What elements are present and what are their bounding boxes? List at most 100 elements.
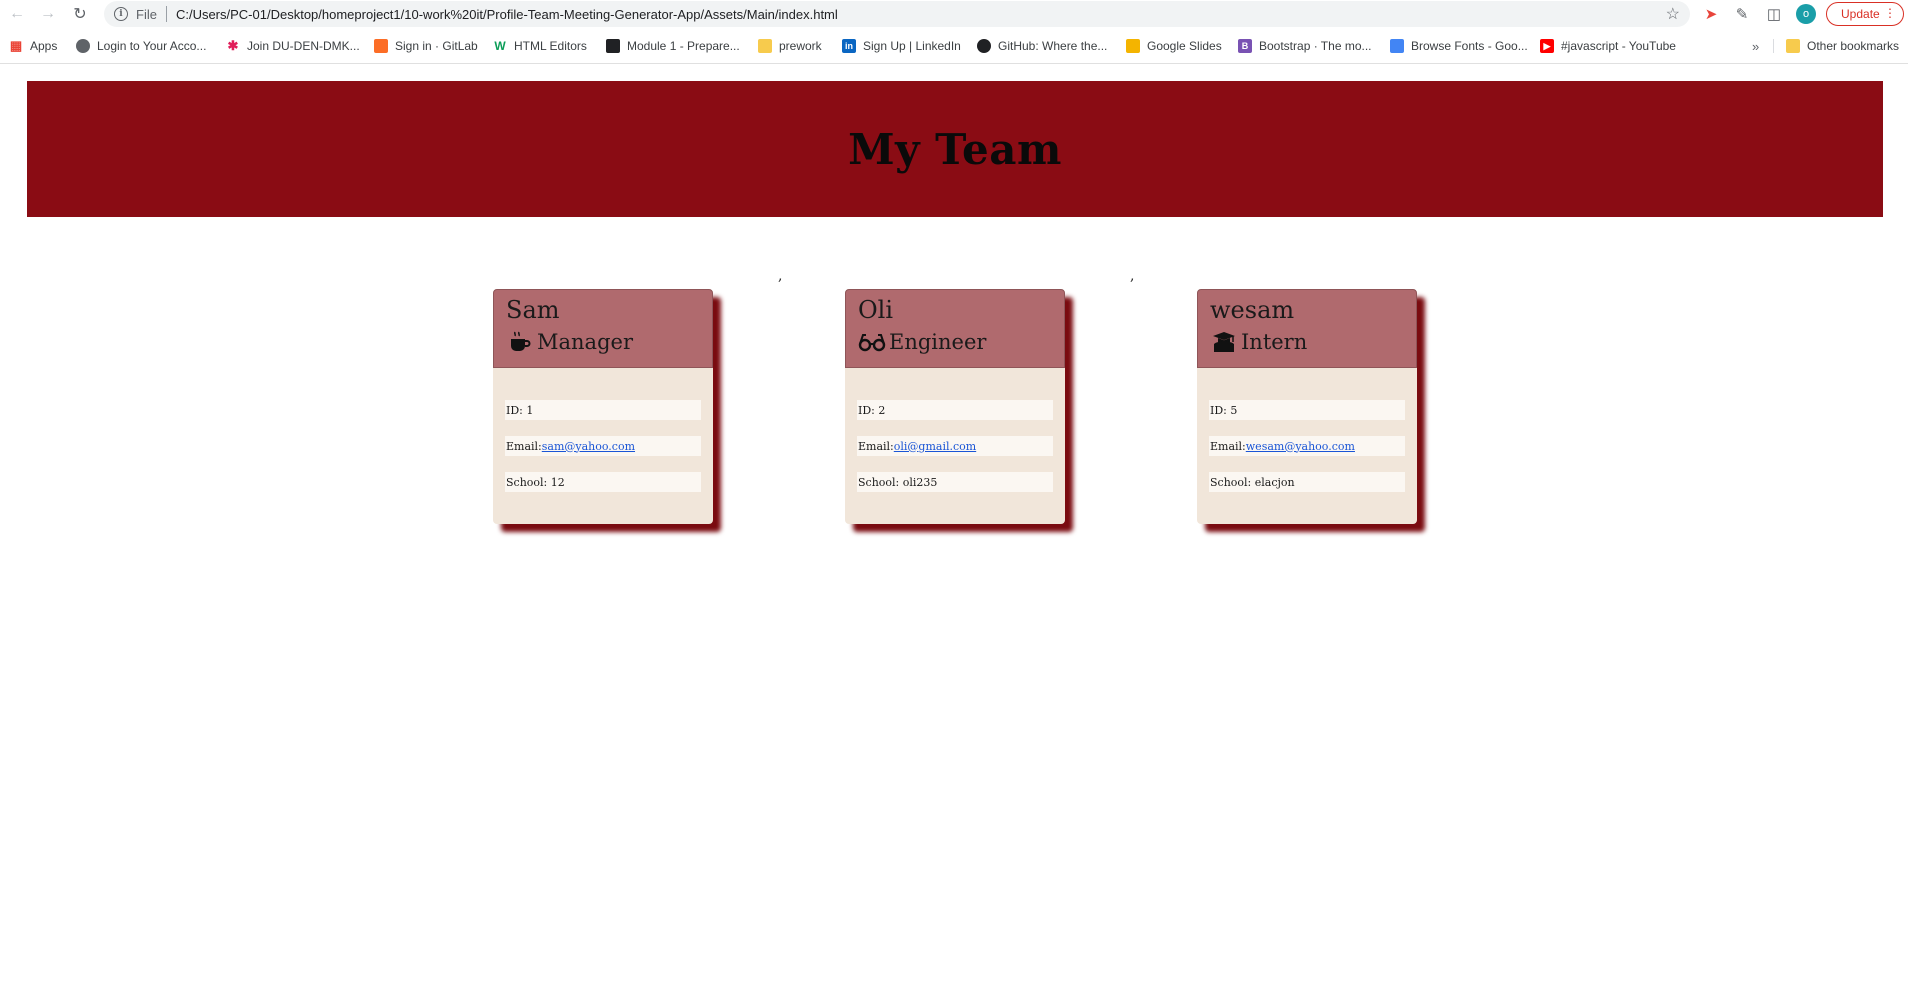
bookmark-slack[interactable]: ✱ Join DU-DEN-DMK...: [226, 34, 360, 58]
folder-icon: [1786, 39, 1800, 53]
bookmark-star-icon[interactable]: ☆: [1666, 4, 1680, 24]
bookmark-linkedin[interactable]: in Sign Up | LinkedIn: [842, 34, 961, 58]
card-header: wesam Intern: [1197, 289, 1417, 368]
bookmark-apps[interactable]: ▦ Apps: [9, 34, 58, 58]
employee-role: Engineer: [858, 326, 1052, 358]
separator-text: ,: [1130, 268, 1135, 284]
bookmarks-divider: [1773, 39, 1774, 53]
employee-id: ID: 5: [1209, 400, 1405, 420]
bookmark-label: Bootstrap · The mo...: [1259, 39, 1372, 53]
browser-toolbar: ← → ↻ i File C:/Users/PC-01/Desktop/home…: [0, 0, 1908, 28]
employee-card: wesam Intern ID: 5 Email: wesam@yahoo.co…: [1197, 289, 1417, 524]
employee-extra-info: School: elacjon: [1209, 472, 1405, 492]
coffee-mug-icon: [506, 329, 534, 355]
profile-avatar[interactable]: o: [1796, 4, 1816, 24]
role-label: Intern: [1241, 330, 1308, 354]
employee-extra-info: School: oli235: [857, 472, 1053, 492]
bookmark-label: Sign in · GitLab: [395, 39, 478, 53]
github-icon: [977, 39, 991, 53]
card-body: ID: 5 Email: wesam@yahoo.com School: ela…: [1197, 368, 1417, 492]
url-text[interactable]: C:/Users/PC-01/Desktop/homeproject1/10-w…: [176, 7, 838, 22]
bookmark-label: Login to Your Acco...: [97, 39, 207, 53]
bookmark-label: GitHub: Where the...: [998, 39, 1108, 53]
bookmark-label: Browse Fonts - Goo...: [1411, 39, 1528, 53]
card-header: Oli Engineer: [845, 289, 1065, 368]
bookmark-label: Module 1 - Prepare...: [627, 39, 740, 53]
employee-name: wesam: [1210, 296, 1295, 324]
slides-icon: [1126, 39, 1140, 53]
chrome-divider: [0, 63, 1908, 64]
employee-card: Oli Engineer ID: 2 Email: oli@gmail.com …: [845, 289, 1065, 524]
youtube-icon: ▶: [1540, 39, 1554, 53]
more-bookmarks-chevron-icon[interactable]: »: [1752, 34, 1759, 58]
bookmark-prework[interactable]: prework: [758, 34, 822, 58]
email-link[interactable]: sam@yahoo.com: [542, 440, 635, 453]
scheme-label: File: [136, 6, 157, 22]
folder-icon: [758, 39, 772, 53]
bookmark-login[interactable]: Login to Your Acco...: [76, 34, 206, 58]
slack-icon: ✱: [227, 38, 239, 53]
bookmark-browse-fonts[interactable]: Browse Fonts - Goo...: [1390, 34, 1528, 58]
employee-email-row: Email: oli@gmail.com: [857, 436, 1053, 456]
bookmark-gitlab[interactable]: Sign in · GitLab: [374, 34, 478, 58]
cast-extension-icon[interactable]: ➤: [1700, 3, 1722, 25]
employee-id: ID: 1: [505, 400, 701, 420]
email-link[interactable]: oli@gmail.com: [894, 440, 976, 453]
reload-icon[interactable]: ↻: [69, 3, 91, 25]
employee-role: Intern: [1210, 326, 1404, 358]
bookmark-github[interactable]: GitHub: Where the...: [977, 34, 1107, 58]
extensions-puzzle-icon[interactable]: ✎: [1731, 3, 1753, 25]
bookmark-youtube[interactable]: ▶ #javascript - YouTube: [1540, 34, 1676, 58]
bookmarks-bar: ▦ Apps Login to Your Acco... ✱ Join DU-D…: [0, 34, 1908, 58]
book-icon: [606, 39, 620, 53]
globe-icon: [76, 39, 90, 53]
employee-name: Oli: [858, 296, 894, 324]
header-banner: My Team: [27, 81, 1883, 217]
graduate-icon: [1210, 329, 1238, 355]
employee-id: ID: 2: [857, 400, 1053, 420]
address-bar[interactable]: i File C:/Users/PC-01/Desktop/homeprojec…: [104, 1, 1690, 27]
email-prefix: Email:: [1210, 439, 1246, 453]
card-body: ID: 1 Email: sam@yahoo.com School: 12: [493, 368, 713, 492]
bookmark-html-editors[interactable]: W HTML Editors: [493, 34, 587, 58]
bookmark-label: Join DU-DEN-DMK...: [247, 39, 360, 53]
employee-role: Manager: [506, 326, 700, 358]
email-prefix: Email:: [858, 439, 894, 453]
employee-email-row: Email: sam@yahoo.com: [505, 436, 701, 456]
email-link[interactable]: wesam@yahoo.com: [1246, 440, 1355, 453]
bookmark-bootstrap[interactable]: B Bootstrap · The mo...: [1238, 34, 1372, 58]
bookmark-other[interactable]: Other bookmarks: [1786, 34, 1899, 58]
update-button[interactable]: Update ⋮: [1826, 2, 1904, 26]
bookmark-label: #javascript - YouTube: [1561, 39, 1676, 53]
bookmark-module1[interactable]: Module 1 - Prepare...: [606, 34, 740, 58]
address-divider: [165, 6, 167, 22]
kebab-menu-icon[interactable]: ⋮: [1884, 6, 1896, 20]
bookmark-label: Other bookmarks: [1807, 39, 1900, 53]
gitlab-icon: [374, 39, 388, 53]
linkedin-icon: in: [842, 39, 856, 53]
info-icon[interactable]: i: [114, 7, 128, 21]
fonts-icon: [1390, 39, 1404, 53]
role-label: Engineer: [889, 330, 987, 354]
separator-text: ,: [778, 268, 783, 284]
update-label: Update: [1841, 7, 1880, 21]
bookmark-label: HTML Editors: [514, 39, 587, 53]
bookmark-label: prework: [779, 39, 822, 53]
bookmark-google-slides[interactable]: Google Slides: [1126, 34, 1222, 58]
w-icon: W: [494, 39, 506, 53]
email-prefix: Email:: [506, 439, 542, 453]
apps-grid-icon: ▦: [9, 38, 23, 53]
employee-name: Sam: [506, 296, 560, 324]
employee-extra-info: School: 12: [505, 472, 701, 492]
card-header: Sam Manager: [493, 289, 713, 368]
bookmark-label: Sign Up | LinkedIn: [863, 39, 961, 53]
bookmark-label: Google Slides: [1147, 39, 1222, 53]
side-panel-icon[interactable]: ◫: [1763, 3, 1785, 25]
bootstrap-icon: B: [1238, 39, 1252, 53]
employee-email-row: Email: wesam@yahoo.com: [1209, 436, 1405, 456]
page-title: My Team: [848, 124, 1062, 174]
forward-arrow-icon[interactable]: →: [37, 3, 59, 25]
bookmark-label: Apps: [30, 39, 58, 53]
role-label: Manager: [537, 330, 633, 354]
back-arrow-icon[interactable]: ←: [6, 3, 28, 25]
